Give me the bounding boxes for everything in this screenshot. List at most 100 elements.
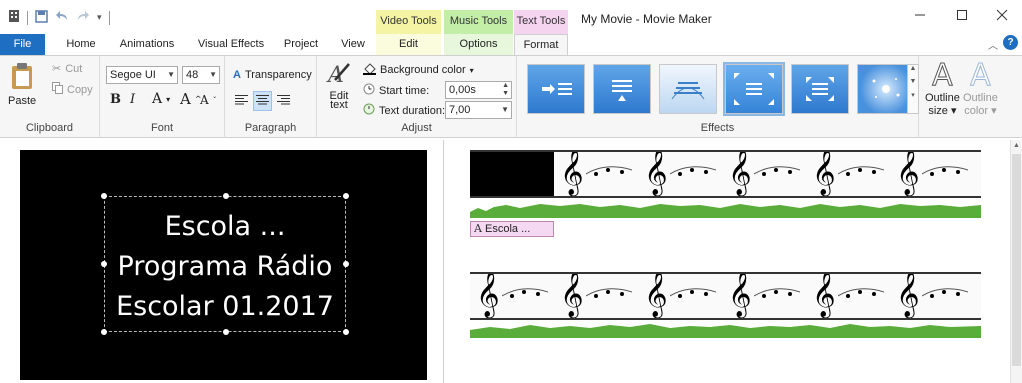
outline-size-button[interactable]: A Outline size ▾ bbox=[925, 59, 960, 117]
help-icon[interactable]: ? bbox=[1003, 35, 1018, 50]
storyboard-scrollbar[interactable]: ▲ bbox=[1010, 140, 1022, 383]
start-time-spinner[interactable]: 0,00s ▲ ▼ bbox=[445, 81, 512, 99]
font-size-value: 48 bbox=[186, 69, 199, 81]
caption-text-box[interactable]: Escola ... Programa Rádio Escolar 01.201… bbox=[101, 193, 349, 335]
chevron-down-icon: ▼ bbox=[167, 70, 175, 79]
chevron-down-icon: ▾ bbox=[166, 94, 171, 104]
collapse-ribbon-icon[interactable]: ︿ bbox=[988, 37, 998, 52]
resize-handle[interactable] bbox=[343, 329, 349, 335]
copy-button[interactable]: Copy bbox=[52, 82, 93, 97]
caption-line-1: Escola ... bbox=[164, 211, 286, 242]
font-group-label: Font bbox=[150, 122, 173, 134]
spinner-arrows-icon[interactable]: ▲ ▼ bbox=[502, 82, 509, 98]
effect-preview-icon bbox=[594, 80, 650, 116]
chevron-up-icon[interactable]: ▲ bbox=[908, 65, 918, 72]
title-bar: ▾ Video Tools Music Tools Text Tools My … bbox=[0, 0, 1022, 34]
align-center-button[interactable] bbox=[253, 91, 272, 111]
tab-file[interactable]: File bbox=[0, 34, 45, 55]
transparency-label: Transparency bbox=[244, 69, 312, 81]
effect-tile-fly-in[interactable] bbox=[527, 64, 585, 114]
resize-handle[interactable] bbox=[101, 193, 107, 199]
effects-group-label: Effects bbox=[700, 122, 735, 134]
duration-clock-icon bbox=[363, 103, 375, 118]
effect-tile-swing[interactable] bbox=[659, 64, 717, 114]
tab-project[interactable]: Project bbox=[278, 34, 324, 55]
expand-gallery-icon[interactable]: ▾ bbox=[908, 91, 918, 99]
tab-visual-effects[interactable]: Visual Effects bbox=[190, 34, 272, 55]
start-time-value: 0,00s bbox=[449, 84, 476, 96]
music-notes-thumbnail: 𝄞 bbox=[470, 274, 552, 318]
qat-separator bbox=[108, 10, 110, 25]
paste-button[interactable]: Paste bbox=[8, 62, 36, 107]
effect-tile-slide-up[interactable] bbox=[593, 64, 651, 114]
font-color-label: A bbox=[152, 91, 163, 107]
text-duration-label: Text duration: bbox=[379, 104, 446, 117]
paste-label: Paste bbox=[8, 95, 37, 107]
effect-tile-expand[interactable] bbox=[791, 64, 849, 114]
font-size-combo[interactable]: 48 ▼ bbox=[182, 66, 220, 84]
customize-qat-icon[interactable]: ▾ bbox=[97, 12, 102, 23]
shrink-font-label: A bbox=[200, 93, 209, 107]
scrollbar-thumb[interactable] bbox=[1012, 154, 1021, 366]
cut-button[interactable]: ✂ Cut bbox=[52, 62, 82, 76]
resize-handle[interactable] bbox=[223, 329, 229, 335]
effects-gallery-scroll[interactable]: ▲ ▼ ▾ bbox=[907, 64, 919, 114]
align-left-button[interactable] bbox=[235, 94, 248, 108]
video-preview[interactable]: Escola ... Programa Rádio Escolar 01.201… bbox=[20, 150, 427, 380]
redo-icon[interactable] bbox=[76, 10, 90, 25]
tab-options[interactable]: Options bbox=[444, 34, 513, 55]
window-title: My Movie - Movie Maker bbox=[581, 12, 712, 26]
chevron-down-icon: ▼ bbox=[501, 105, 509, 114]
outline-color-button[interactable]: A Outline color ▾ bbox=[963, 59, 998, 117]
text-duration-value: 7,00 bbox=[449, 104, 471, 116]
minimize-button[interactable] bbox=[900, 6, 940, 30]
align-right-icon bbox=[277, 94, 290, 108]
chevron-down-icon[interactable]: ▼ bbox=[908, 78, 918, 85]
maximize-icon bbox=[956, 8, 968, 25]
resize-handle[interactable] bbox=[343, 193, 349, 199]
outline-color-label-line1: Outline bbox=[963, 92, 998, 104]
background-color-label: Background color bbox=[380, 64, 466, 76]
effect-tile-zoom-selected[interactable] bbox=[723, 62, 785, 116]
music-notes-thumbnail: 𝄞 bbox=[806, 274, 888, 318]
bold-button[interactable]: B bbox=[110, 92, 121, 107]
undo-icon[interactable] bbox=[55, 10, 69, 25]
context-group-video-tools: Video Tools bbox=[376, 10, 441, 34]
save-icon[interactable] bbox=[35, 9, 48, 26]
tab-view[interactable]: View bbox=[333, 34, 373, 55]
video-clip-2[interactable]: 𝄞 𝄞 𝄞 𝄞 𝄞 𝄞 bbox=[470, 272, 981, 320]
ribbon: Paste ✂ Cut Copy Clipboard Segoe UI ▼ 48… bbox=[0, 55, 1022, 138]
text-duration-combo[interactable]: 7,00 ▼ bbox=[445, 101, 512, 119]
italic-button[interactable]: I bbox=[130, 92, 135, 107]
video-clip-1[interactable]: 𝄞 𝄞 𝄞 𝄞 𝄞 bbox=[470, 150, 981, 198]
transparency-button[interactable]: A Transparency bbox=[233, 69, 312, 81]
align-right-button[interactable] bbox=[277, 94, 290, 108]
font-color-button[interactable]: A ▾ bbox=[152, 91, 170, 107]
tab-edit[interactable]: Edit bbox=[376, 34, 441, 55]
edit-text-button[interactable]: A Edit text bbox=[326, 60, 352, 111]
tab-animations[interactable]: Animations bbox=[112, 34, 182, 55]
black-title-frame bbox=[470, 152, 554, 196]
effect-preview-icon bbox=[660, 82, 716, 116]
shrink-font-button[interactable]: Aˇ bbox=[200, 93, 217, 107]
caption-clip[interactable]: A Escola ... bbox=[470, 221, 554, 237]
background-color-button[interactable]: Background color ▾ bbox=[363, 62, 474, 78]
music-notes-thumbnail: 𝄞 bbox=[722, 152, 804, 196]
chevron-up-icon[interactable]: ▲ bbox=[1013, 142, 1020, 149]
resize-handle[interactable] bbox=[101, 261, 107, 267]
maximize-button[interactable] bbox=[942, 6, 982, 30]
caption-clip-label: Escola ... bbox=[485, 223, 531, 235]
resize-handle[interactable] bbox=[101, 329, 107, 335]
resize-handle[interactable] bbox=[223, 193, 229, 199]
font-family-combo[interactable]: Segoe UI ▼ bbox=[106, 66, 178, 84]
grow-font-button[interactable]: A ^ bbox=[180, 90, 202, 108]
tab-home[interactable]: Home bbox=[57, 34, 105, 55]
tab-format[interactable]: Format bbox=[514, 34, 568, 56]
context-group-text-tools: Text Tools bbox=[514, 10, 568, 34]
app-icon[interactable] bbox=[8, 9, 20, 26]
resize-handle[interactable] bbox=[343, 261, 349, 267]
close-button[interactable] bbox=[982, 6, 1022, 30]
ribbon-tabs: File Home Animations Visual Effects Proj… bbox=[0, 34, 1022, 56]
paint-bucket-icon bbox=[363, 62, 376, 78]
start-time-label: Start time: bbox=[379, 84, 430, 97]
